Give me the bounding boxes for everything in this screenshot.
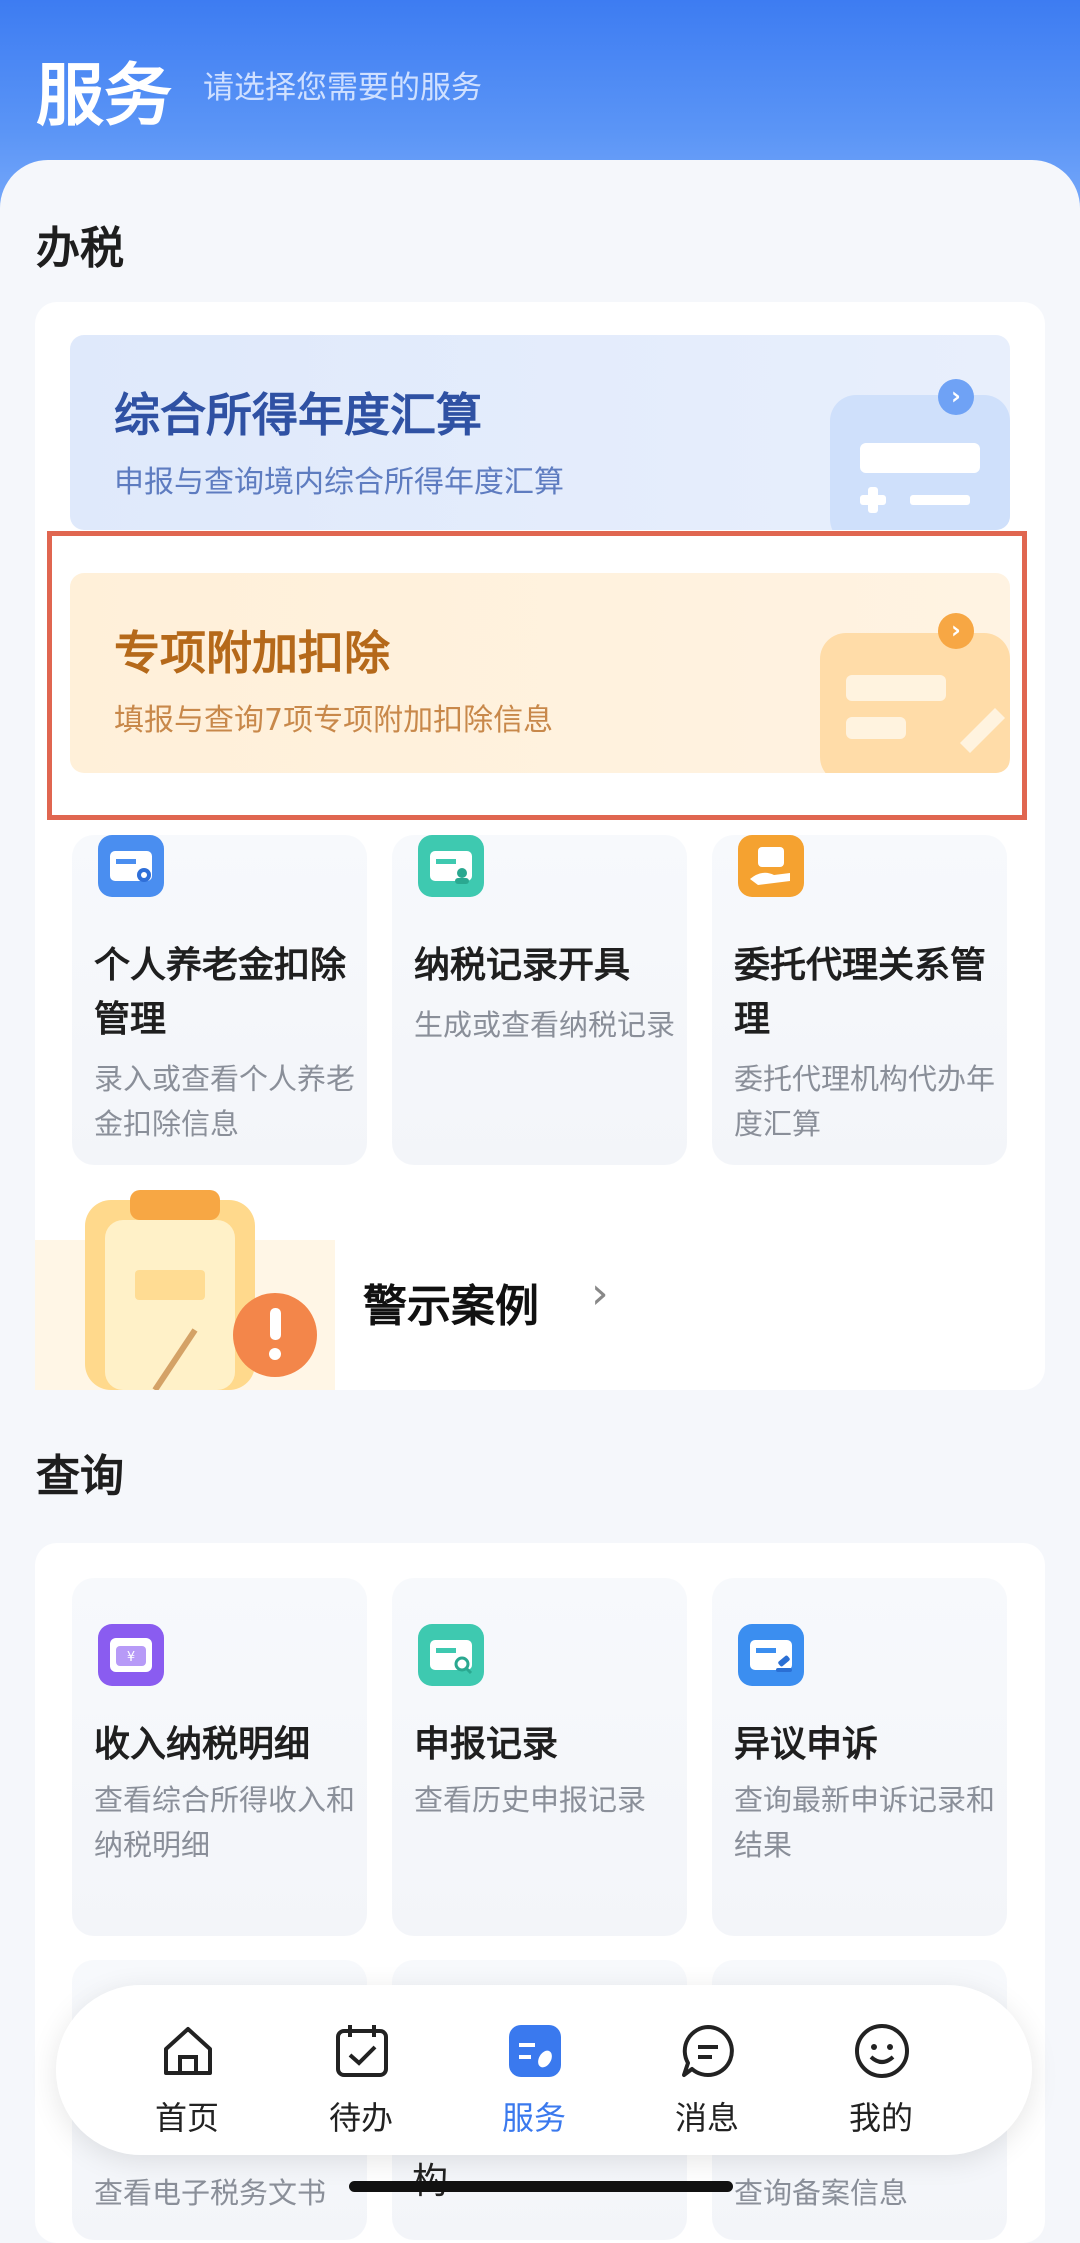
page-title: 服务 [36,57,173,136]
annual-settlement-banner[interactable]: 综合所得年度汇算 申报与查询境内综合所得年度汇算 › [70,335,1010,530]
nav-service[interactable]: 服务 [469,1985,599,2155]
tile-title: 委托代理关系管理 [734,945,987,1040]
agent-hand-icon [738,835,804,897]
tile-income-tax-detail[interactable]: ¥ 收入纳税明细 查看综合所得收入和纳税明细 [72,1578,367,1936]
tile-desc-partial: 查看电子税务文书 [94,2176,327,2210]
service-icon [509,2025,561,2077]
tile-desc: 查看历史申报记录 [414,1783,647,1817]
tax-record-icon [418,835,484,897]
nav-label: 我的 [848,2099,913,2137]
annual-settlement-desc: 申报与查询境内综合所得年度汇算 [114,465,564,500]
tile-filing-records[interactable]: 申报记录 查看历史申报记录 [392,1578,687,1936]
tile-desc: 录入或查看个人养老金扣除信息 [94,1062,356,1141]
clipboard-alert-illustration-icon [35,1190,335,1390]
pension-card-icon [98,835,164,897]
tile-title: 申报记录 [414,1724,559,1765]
appeal-gavel-icon [738,1624,804,1686]
nav-label: 待办 [328,2099,393,2137]
warning-cases-label: 警示案例 [363,1281,539,1332]
nav-profile[interactable]: 我的 [816,1985,946,2155]
smile-icon [855,2024,909,2078]
nav-label: 首页 [154,2099,219,2137]
tile-desc: 查询最新申诉记录和结果 [734,1783,996,1862]
warning-cases-link[interactable]: 警示案例 › [35,1180,1045,1390]
section-title-query: 查询 [36,1451,124,1502]
page-subtitle: 请选择您需要的服务 [203,70,482,106]
tile-title: 异议申诉 [734,1724,879,1765]
tile-title: 个人养老金扣除管理 [94,945,347,1040]
calculator-illustration-icon [830,395,1010,530]
nav-todo[interactable]: 待办 [296,1985,426,2155]
search-record-icon [418,1624,484,1686]
message-icon [682,2025,734,2077]
annual-settlement-title: 综合所得年度汇算 [114,388,482,442]
calendar-check-icon [336,2025,388,2077]
home-indicator[interactable] [349,2181,733,2192]
tile-title-partial: 构 [412,2152,448,2204]
tile-desc: 查看综合所得收入和纳税明细 [94,1783,356,1862]
nav-label: 服务 [501,2099,566,2137]
tile-tax-record[interactable]: 纳税记录开具 生成或查看纳税记录 [392,835,687,1165]
tile-title: 收入纳税明细 [94,1724,311,1765]
tile-title: 纳税记录开具 [414,945,631,986]
tile-desc: 生成或查看纳税记录 [414,1008,676,1042]
tile-pension-deduction[interactable]: 个人养老金扣除管理 录入或查看个人养老金扣除信息 [72,835,367,1165]
nav-messages[interactable]: 消息 [642,1985,772,2155]
chevron-right-icon: › [938,379,974,415]
nav-label: 消息 [674,2099,739,2137]
highlight-frame [47,531,1027,820]
home-icon [164,2027,212,2075]
tile-appeal[interactable]: 异议申诉 查询最新申诉记录和结果 [712,1578,1007,1936]
tile-agent-relation[interactable]: 委托代理关系管理 委托代理机构代办年度汇算 [712,835,1007,1165]
wallet-icon: ¥ [98,1624,164,1686]
chevron-right-icon: › [591,1268,609,1319]
svg-text:¥: ¥ [127,1650,135,1665]
section-title-tax: 办税 [36,223,124,274]
bottom-nav-bar: 首页 待办 服务 消息 我的 [56,1985,1032,2155]
nav-home[interactable]: 首页 [122,1985,252,2155]
tile-desc: 委托代理机构代办年度汇算 [734,1062,996,1141]
tile-desc-partial: 查询备案信息 [734,2176,909,2210]
